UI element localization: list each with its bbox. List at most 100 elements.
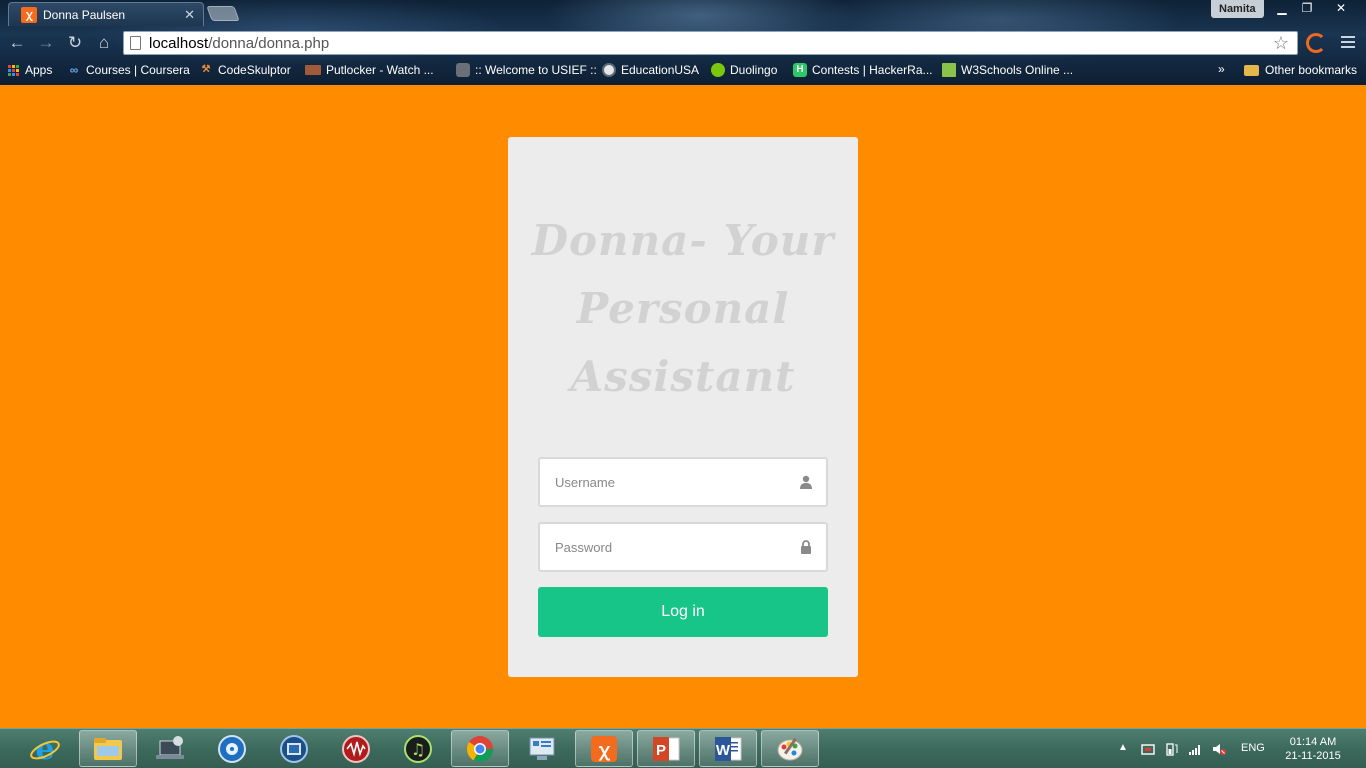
chrome-icon [466, 735, 494, 762]
browser-chrome: ꭓ Donna Paulsen ✕ Namita ▁ ❐ ✕ ← → ↻ ⌂ l… [0, 0, 1366, 85]
word-icon: W [715, 736, 742, 761]
taskbar-xampp[interactable]: ꭓ [575, 730, 633, 767]
bookmark-usief[interactable]: :: Welcome to USIEF :: [456, 62, 597, 78]
control-panel-icon [529, 737, 555, 760]
bookmark-w3schools[interactable]: W3Schools Online ... [942, 62, 1073, 78]
hackerrank-icon: H [793, 63, 807, 77]
bookmark-coursera[interactable]: ∞ Courses | Coursera [67, 62, 190, 78]
volume-muted-icon[interactable] [1212, 742, 1226, 756]
new-tab-button[interactable] [206, 6, 240, 21]
taskbar-powerpoint[interactable]: P [637, 730, 695, 767]
url-host: localhost [149, 34, 209, 52]
network-signal-icon[interactable] [1188, 742, 1202, 756]
powerpoint-icon: P [653, 736, 680, 761]
taskbar-dvd-player[interactable] [203, 730, 261, 767]
dvd-player-icon [218, 734, 246, 763]
battery-icon[interactable] [1165, 742, 1179, 756]
xampp-icon: ꭓ [21, 6, 37, 23]
bookmarks-bar: Apps ∞ Courses | Coursera ⚒ CodeSkulptor… [0, 60, 1366, 80]
title-line: Assistant [570, 352, 796, 401]
lock-icon [801, 540, 811, 554]
login-card: Donna- Your Personal Assistant Log in [508, 137, 858, 677]
login-button[interactable]: Log in [538, 587, 828, 637]
page-viewport: Donna- Your Personal Assistant Log in [0, 85, 1366, 728]
internet-explorer-icon: e [30, 733, 60, 765]
w3schools-icon [942, 63, 956, 77]
show-hidden-icons-icon[interactable]: ▲ [1118, 742, 1132, 756]
svg-text:P: P [656, 742, 666, 759]
password-input[interactable] [540, 524, 826, 570]
bookmark-label: CodeSkulptor [218, 63, 291, 77]
bookmark-apps[interactable]: Apps [8, 62, 52, 78]
windows-taskbar: e ♫ ꭓ P W ▲ ENG 01:14 AM 21-11-2015 [0, 728, 1366, 768]
taskbar-device-setup[interactable] [141, 730, 199, 767]
usief-icon [456, 63, 470, 77]
tab-title: Donna Paulsen [43, 7, 126, 22]
apps-grid-icon [8, 64, 19, 76]
browser-toolbar: ← → ↻ ⌂ localhost/donna/donna.php ☆ [0, 30, 1366, 56]
page-icon [130, 36, 141, 50]
bookmark-educationusa[interactable]: EducationUSA [602, 62, 699, 78]
tab-donna-paulsen[interactable]: ꭓ Donna Paulsen ✕ [8, 2, 204, 26]
bookmark-star-icon[interactable]: ☆ [1273, 33, 1289, 54]
input-language[interactable]: ENG [1241, 742, 1265, 754]
chrome-menu-icon[interactable] [1341, 33, 1355, 51]
other-bookmarks[interactable]: Other bookmarks [1244, 62, 1357, 78]
home-icon[interactable]: ⌂ [93, 32, 115, 54]
minimize-button[interactable]: ▁ [1269, 0, 1295, 18]
taskbar-itunes[interactable]: ♫ [389, 730, 447, 767]
educationusa-icon [602, 63, 616, 77]
duolingo-icon [711, 63, 725, 77]
back-arrow-icon[interactable]: ← [6, 32, 28, 54]
close-window-button[interactable]: ✕ [1328, 0, 1354, 18]
forward-arrow-icon[interactable]: → [35, 32, 57, 54]
svg-text:♫: ♫ [411, 740, 425, 759]
user-icon [800, 475, 812, 489]
title-line: Personal [576, 284, 790, 333]
bookmark-label: Contests | HackerRa... [812, 63, 933, 77]
bookmarks-overflow-chevron[interactable]: » [1218, 62, 1225, 76]
itunes-icon: ♫ [404, 734, 432, 763]
taskbar-paint[interactable] [761, 730, 819, 767]
bookmark-codeskulptor[interactable]: ⚒ CodeSkulptor [199, 62, 291, 78]
folder-icon [1244, 64, 1259, 76]
address-bar[interactable]: localhost/donna/donna.php ☆ [123, 31, 1298, 55]
url-path: /donna/donna.php [208, 34, 330, 52]
bookmark-hackerrank[interactable]: H Contests | HackerRa... [793, 62, 933, 78]
codeskulptor-icon: ⚒ [201, 64, 211, 75]
password-field[interactable] [538, 522, 828, 572]
xampp-icon: ꭓ [591, 735, 617, 762]
bookmark-label: EducationUSA [621, 63, 700, 77]
taskbar-file-explorer[interactable] [79, 730, 137, 767]
file-explorer-icon [94, 737, 122, 760]
taskbar-chrome[interactable] [451, 730, 509, 767]
restore-button[interactable]: ❐ [1294, 0, 1320, 18]
action-center-icon[interactable] [1141, 742, 1155, 756]
taskbar-control-panel[interactable] [513, 730, 571, 767]
clock-time: 01:14 AM [1289, 736, 1337, 748]
profile-button[interactable]: Namita [1211, 0, 1264, 18]
device-setup-icon [156, 735, 184, 759]
tab-close-icon[interactable]: ✕ [184, 7, 195, 23]
extension-icon[interactable] [1306, 33, 1326, 53]
coursera-icon: ∞ [69, 63, 79, 77]
clock-date: 21-11-2015 [1285, 750, 1341, 762]
taskbar-word[interactable]: W [699, 730, 757, 767]
page-title: Donna- Your Personal Assistant [508, 207, 858, 411]
taskbar-media-player[interactable] [265, 730, 323, 767]
bookmark-label: Duolingo [730, 63, 778, 77]
system-clock[interactable]: 01:14 AM 21-11-2015 [1278, 735, 1348, 763]
bookmark-putlocker[interactable]: Putlocker - Watch ... [305, 62, 434, 78]
reload-icon[interactable]: ↻ [64, 32, 86, 54]
bookmark-label: Courses | Coursera [86, 63, 190, 77]
taskbar-internet-explorer[interactable]: e [16, 730, 74, 767]
bookmark-duolingo[interactable]: Duolingo [711, 62, 777, 78]
username-input[interactable] [540, 459, 826, 505]
username-field[interactable] [538, 457, 828, 507]
taskbar-audio-recorder[interactable] [327, 730, 385, 767]
title-line: Donna- Your [531, 216, 835, 265]
bookmark-label: W3Schools Online ... [961, 63, 1074, 77]
putlocker-icon [305, 65, 321, 75]
paint-icon [777, 737, 803, 760]
bookmark-label: Putlocker - Watch ... [326, 63, 434, 77]
